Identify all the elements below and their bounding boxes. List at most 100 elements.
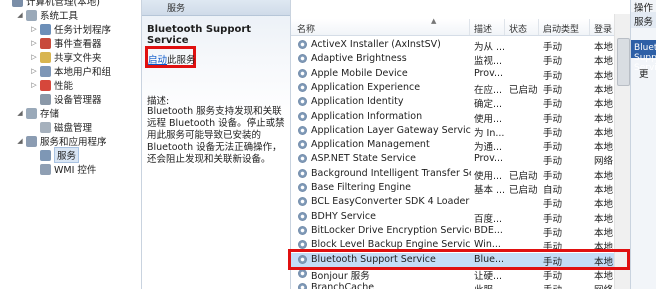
service-description-cell: 为从 ... <box>474 42 506 53</box>
pane-header: 服务 <box>142 0 290 16</box>
actions-pane: 操作 服务 Bluetooth Support Service 更 <box>630 0 656 289</box>
start-service-suffix: 此服务 <box>167 55 196 66</box>
tree-node-icon <box>40 23 51 35</box>
tree-item-label: 事件查看器 <box>54 39 102 50</box>
service-description-cell: 使用... <box>474 113 503 125</box>
services-list: ▲ 名称 描述 状态 启动类型 登录 ActiveX Installer (Ax… <box>290 0 631 289</box>
tree-item[interactable]: ◢ 系统工具 <box>16 8 78 22</box>
service-row[interactable]: BranchCache 此服... 手动 网络 <box>291 281 631 289</box>
service-row[interactable]: Apple Mobile Device Prov... 手动 本地 <box>291 67 631 82</box>
tree-node-icon <box>40 163 51 175</box>
gear-icon <box>298 125 307 135</box>
actions-more-link[interactable]: 更 <box>639 66 649 80</box>
gear-icon <box>298 211 307 221</box>
service-row[interactable]: Application Management 为通... 手动 本地 <box>291 138 631 154</box>
tree-node-icon <box>40 149 51 161</box>
column-logon[interactable]: 登录 <box>594 22 612 35</box>
service-description-cell: 使用... <box>474 170 503 182</box>
tree-item[interactable]: ◢ 存储 <box>16 106 59 120</box>
service-status: 已启动 <box>509 185 538 196</box>
service-row[interactable]: Application Identity 确定... 手动 本地 <box>291 95 631 111</box>
service-row[interactable]: BDHY Service 百度... 手动 本地 <box>291 210 631 225</box>
service-name: Adaptive Brightness <box>311 53 407 65</box>
service-row[interactable]: Application Layer Gateway Service 为 In...… <box>291 124 631 139</box>
tree-item[interactable]: ▷ 性能 <box>30 78 73 92</box>
tree-node-icon <box>26 135 37 147</box>
service-row[interactable]: BitLocker Drive Encryption Service BDE...… <box>291 224 631 239</box>
column-startup-type[interactable]: 启动类型 <box>543 22 579 35</box>
expand-arrow-icon[interactable]: ▷ <box>30 25 38 33</box>
column-name[interactable]: 名称 <box>297 22 315 35</box>
actions-services-header[interactable]: 服务 <box>631 12 656 28</box>
tree-node-icon <box>26 9 37 21</box>
column-separator[interactable] <box>538 19 539 35</box>
service-startup-type: 手动 <box>543 56 563 68</box>
expand-arrow-icon[interactable]: ▷ <box>30 53 38 61</box>
tree-item[interactable]: ▷ 本地用户和组 <box>30 64 111 78</box>
column-separator[interactable] <box>469 19 470 35</box>
service-row[interactable]: Background Intelligent Transfer Servi...… <box>291 167 631 182</box>
service-row[interactable]: Adaptive Brightness 监视... 手动 本地 <box>291 52 631 68</box>
service-name: Application Information <box>311 110 423 122</box>
service-name: Application Layer Gateway Service <box>311 124 471 136</box>
tree-item-label: 服务和应用程序 <box>40 137 107 148</box>
gear-icon <box>298 168 307 178</box>
pane-header-label: 服务 <box>167 4 186 14</box>
expand-arrow-icon[interactable]: ◢ <box>16 11 24 19</box>
tree-item-label: 存储 <box>40 109 60 120</box>
expand-arrow-icon[interactable]: ▷ <box>30 67 38 75</box>
tree-item-label: WMI 控件 <box>54 165 97 176</box>
expand-arrow-icon[interactable]: ▷ <box>30 39 38 47</box>
sort-arrow-icon: ▲ <box>431 17 437 25</box>
column-separator[interactable] <box>589 19 590 35</box>
start-service-link[interactable]: 启动 <box>148 55 167 66</box>
tree-item[interactable]: ◢ 服务和应用程序 <box>16 134 107 148</box>
service-logon: 本地 <box>594 70 614 82</box>
tree-node-icon <box>40 51 51 63</box>
tree-item-label: 任务计划程序 <box>54 25 112 36</box>
tree-item[interactable]: ▷ 共享文件夹 <box>30 50 102 64</box>
gear-icon <box>298 140 307 150</box>
column-description[interactable]: 描述 <box>474 22 492 35</box>
tree-item[interactable]: 服务 <box>30 147 80 163</box>
service-name: BDHY Service <box>311 210 376 222</box>
gear-icon <box>298 268 307 278</box>
service-logon: 网络 <box>594 282 613 289</box>
expand-arrow-icon[interactable]: ◢ <box>16 109 24 117</box>
tree-item[interactable]: ▷ 事件查看器 <box>30 36 102 50</box>
service-status: 已启动 <box>509 170 538 182</box>
tree-item-label: 性能 <box>54 81 74 92</box>
service-row[interactable]: Application Experience 在应... 已启动 手动 本地 <box>291 81 631 96</box>
tree-item[interactable]: WMI 控件 <box>30 162 96 176</box>
service-row[interactable]: Application Information 使用... 手动 本地 <box>291 110 631 125</box>
service-row[interactable]: BCL EasyConverter SDK 4 Loader 手动 本地 <box>291 195 631 211</box>
scrollbar-thumb[interactable] <box>617 38 630 86</box>
gear-icon <box>298 240 307 250</box>
tree-node-icon <box>26 107 37 119</box>
expand-arrow-icon[interactable]: ▷ <box>30 81 38 89</box>
service-detail-pane: 服务 Bluetooth Support Service 启动此服务 描述: B… <box>142 0 290 289</box>
service-row[interactable]: ASP.NET State Service Prov... 手动 网络 <box>291 152 631 167</box>
service-logon: 本地 <box>594 84 614 96</box>
service-startup-type: 手动 <box>543 199 563 211</box>
tree-item-label: 本地用户和组 <box>54 67 112 78</box>
service-description-cell: BDE... <box>474 224 503 236</box>
tree-item[interactable]: 设备管理器 <box>30 92 102 106</box>
column-separator[interactable] <box>504 19 505 35</box>
tree-item[interactable]: 磁盘管理 <box>30 120 92 134</box>
service-row[interactable]: ActiveX Installer (AxInstSV) 为从 ... 手动 本地 <box>291 38 631 53</box>
service-description-cell: 在应... <box>474 84 503 96</box>
expand-arrow-icon[interactable]: ◢ <box>16 137 24 145</box>
actions-selected-header[interactable]: Bluetooth Support Service <box>631 40 656 73</box>
column-status[interactable]: 状态 <box>509 22 527 35</box>
service-logon: 本地 <box>594 113 614 125</box>
service-description-cell: 为 In... <box>474 127 505 139</box>
vertical-scrollbar[interactable] <box>614 14 631 289</box>
tree-item[interactable]: 计算机管理(本地) <box>2 0 100 8</box>
service-startup-type: 手动 <box>543 142 563 154</box>
service-startup-type: 手动 <box>543 99 563 111</box>
service-startup-type: 手动 <box>543 127 563 139</box>
tree-item[interactable]: ▷ 任务计划程序 <box>30 22 111 36</box>
service-row[interactable]: Base Filtering Engine 基本 ... 已启动 自动 本地 <box>291 181 631 196</box>
gear-icon <box>298 97 307 107</box>
